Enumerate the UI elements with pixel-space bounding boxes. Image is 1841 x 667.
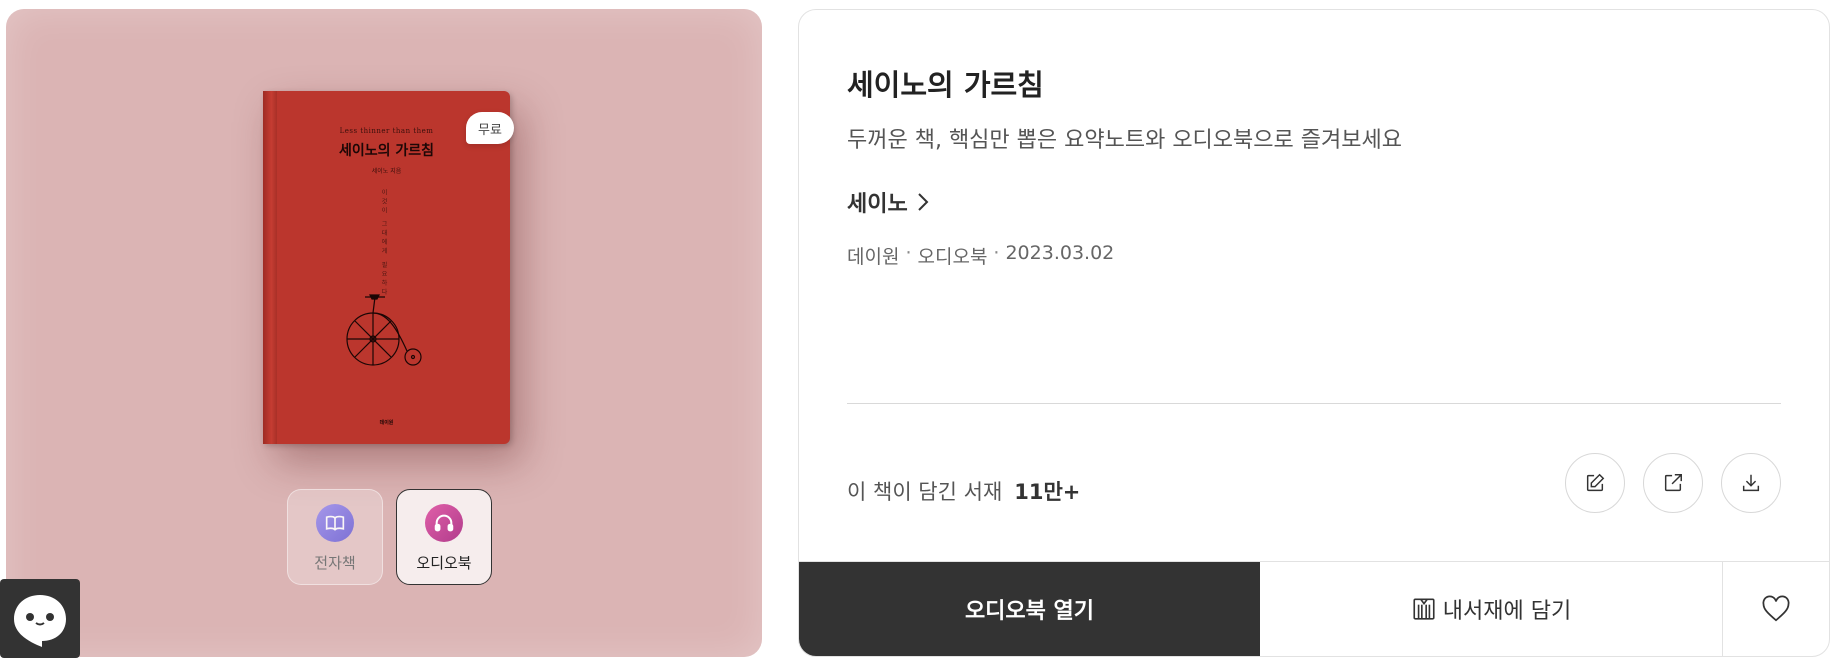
- book-meta: 데이원 · 오디오북 · 2023.03.02: [847, 242, 1114, 269]
- book-title: 세이노의 가르침: [847, 68, 1044, 102]
- shelf-count-value: 11만+: [1014, 480, 1081, 504]
- shelf-count-label: 이 책이 담긴 서재: [847, 480, 1003, 504]
- book-info-panel: 세이노의 가르침 두꺼운 책, 핵심만 뽑은 요약노트와 오디오북으로 즐겨보세…: [798, 9, 1830, 657]
- meta-separator: ·: [905, 242, 912, 264]
- penny-farthing-illustration: [346, 294, 422, 366]
- book-cover-publisher: 데이원: [379, 420, 394, 426]
- book-subtitle: 두꺼운 책, 핵심만 뽑은 요약노트와 오디오북으로 즐겨보세요: [847, 128, 1402, 153]
- book-cover-author: 세이노 지음: [371, 168, 402, 175]
- heart-icon: [1762, 595, 1790, 622]
- download-icon: [1742, 474, 1760, 492]
- author-link[interactable]: 세이노: [847, 186, 930, 218]
- headphones-icon: [425, 504, 463, 542]
- book-open-icon: [316, 504, 354, 542]
- meta-separator: ·: [993, 242, 1000, 264]
- chat-widget-button[interactable]: [0, 579, 80, 658]
- review-button[interactable]: [1565, 453, 1625, 513]
- meta-format: 오디오북: [917, 246, 988, 268]
- download-button[interactable]: [1721, 453, 1781, 513]
- format-ebook-label: 전자책: [314, 554, 356, 572]
- cover-panel: Less thinner than them 세이노의 가르침 세이노 지음 이…: [6, 9, 762, 657]
- like-button[interactable]: [1723, 562, 1829, 656]
- free-badge: 무료: [466, 112, 514, 144]
- bottom-action-bar: 오디오북 열기 내서재에 담기: [799, 561, 1829, 656]
- add-to-shelf-button[interactable]: 내서재에 담기: [1260, 562, 1723, 656]
- shelf-count: 이 책이 담긴 서재 11만+: [847, 476, 1080, 506]
- format-ebook-button[interactable]: 전자책: [287, 489, 383, 585]
- share-button[interactable]: [1643, 453, 1703, 513]
- format-audiobook-label: 오디오북: [416, 554, 472, 572]
- bookshelf-add-icon: [1413, 598, 1435, 620]
- chat-bubble-icon: [14, 594, 66, 647]
- share-icon: [1664, 474, 1682, 492]
- meta-publisher: 데이원: [847, 246, 900, 268]
- add-to-shelf-label: 내서재에 담기: [1442, 599, 1572, 624]
- book-cover-vertical-text: 이것이 그대에게 필요하다: [380, 189, 387, 298]
- edit-icon: [1586, 473, 1605, 492]
- format-audiobook-button[interactable]: 오디오북: [396, 489, 492, 585]
- chevron-right-icon: [918, 193, 929, 211]
- divider: [847, 403, 1781, 404]
- open-audiobook-button[interactable]: 오디오북 열기: [799, 562, 1260, 656]
- author-name: 세이노: [847, 192, 908, 217]
- meta-date: 2023.03.02: [1005, 242, 1115, 264]
